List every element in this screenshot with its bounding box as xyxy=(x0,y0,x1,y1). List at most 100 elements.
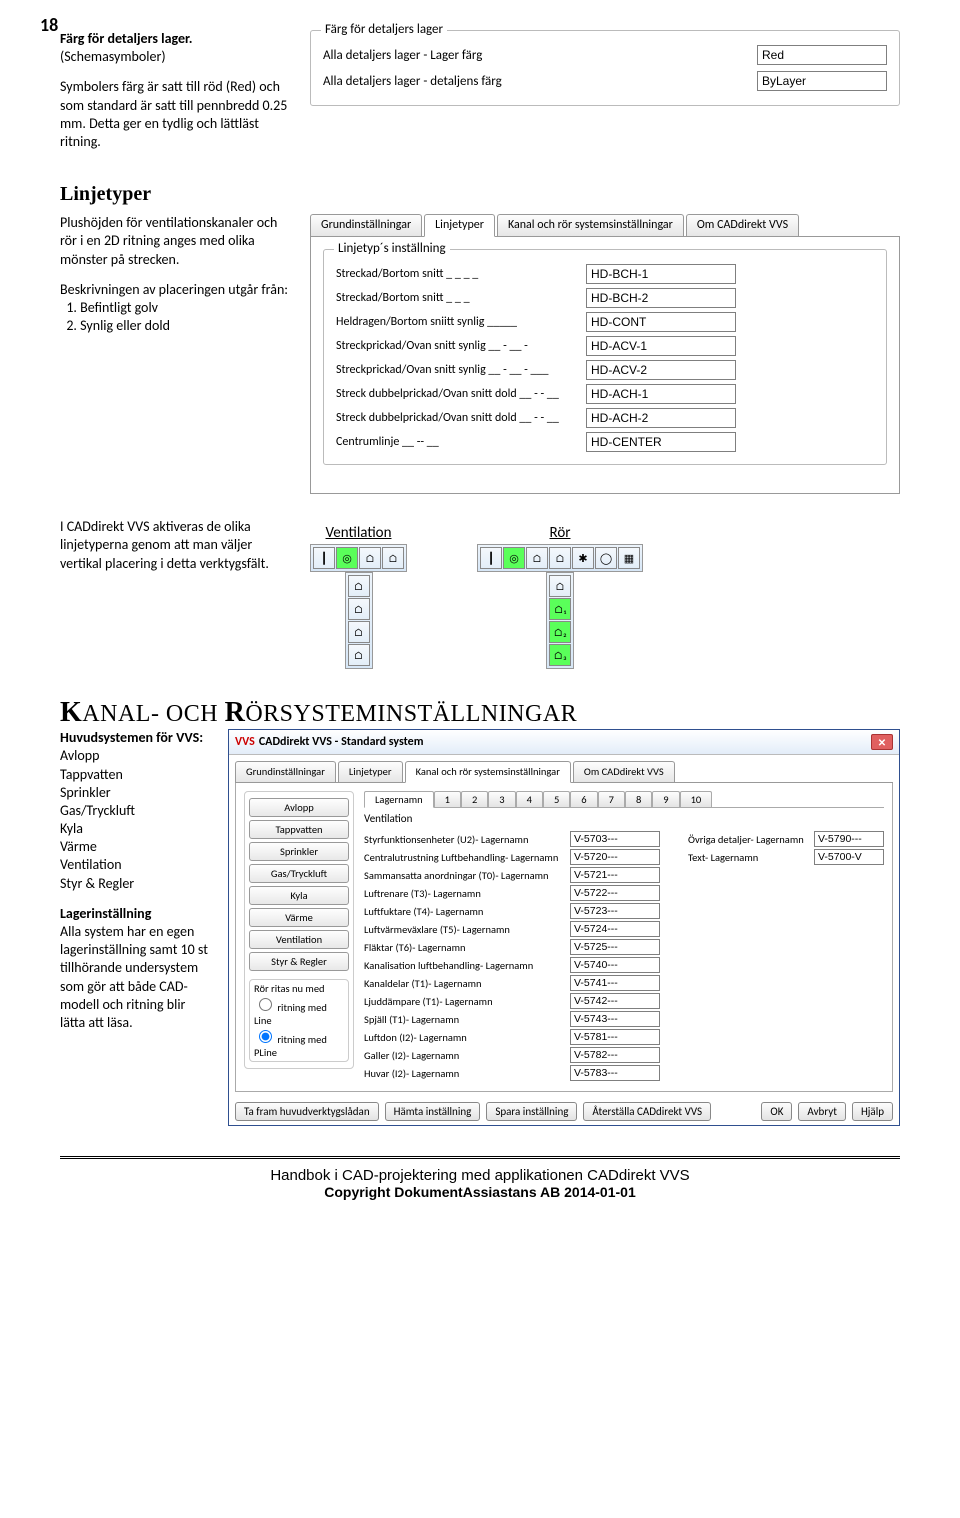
section2-p2lead: Beskrivningen av placeringen utgår från: xyxy=(60,281,288,298)
close-icon[interactable]: ✕ xyxy=(871,734,893,750)
leftbtn-sprinkler[interactable]: Sprinkler xyxy=(249,842,349,861)
toolbar-button[interactable]: ⌂ xyxy=(348,621,370,643)
radio-pline[interactable]: ritning med PLine xyxy=(254,1033,327,1059)
toolbar-button[interactable]: ⌂ xyxy=(348,644,370,666)
lt-row-val[interactable] xyxy=(586,288,736,308)
lt-row-val[interactable] xyxy=(586,336,736,356)
kv-input[interactable] xyxy=(570,831,660,847)
tab-grundinstallningar[interactable]: Grundinställningar xyxy=(310,214,422,236)
kv-input[interactable] xyxy=(570,849,660,865)
toolbar-button[interactable]: ⌂ xyxy=(526,547,548,569)
minitab-10[interactable]: 10 xyxy=(680,791,713,807)
lt-row-val[interactable] xyxy=(586,360,736,380)
tab-om[interactable]: Om CADdirekt VVS xyxy=(686,214,799,236)
kv-input[interactable] xyxy=(570,993,660,1009)
kv-input[interactable] xyxy=(570,867,660,883)
circle-icon: ◯ xyxy=(600,552,612,565)
sys-item: Kyla xyxy=(60,820,83,837)
minitab-5[interactable]: 5 xyxy=(543,791,570,807)
kv-input[interactable] xyxy=(570,1065,660,1081)
color-row1-value[interactable] xyxy=(757,45,887,65)
section3-heading-rest2: ÖRSYSTEMINSTÄLLNINGAR xyxy=(245,701,577,727)
tab-linjetyper[interactable]: Linjetyper xyxy=(424,214,495,237)
minitab-3[interactable]: 3 xyxy=(488,791,515,807)
dlg-tab-grund[interactable]: Grundinställningar xyxy=(235,761,336,782)
minitab-7[interactable]: 7 xyxy=(598,791,625,807)
dlg-btn[interactable]: Spara inställning xyxy=(486,1102,577,1121)
radio-line[interactable]: ritning med Line xyxy=(254,1001,327,1027)
toolbar-button[interactable]: ⌂ xyxy=(359,547,381,569)
dlg-tab-om[interactable]: Om CADdirekt VVS xyxy=(573,761,675,782)
kv-label: Kanalisation luftbehandling- Lagernamn xyxy=(364,959,564,972)
toolbar-button[interactable]: ⌂ xyxy=(549,575,571,597)
toolbar-button[interactable]: ◎ xyxy=(336,547,358,569)
leftbtn-ventilation[interactable]: Ventilation xyxy=(249,930,349,949)
lt-row-val[interactable] xyxy=(586,264,736,284)
kv-input[interactable] xyxy=(570,1047,660,1063)
vvs-icon: VVS xyxy=(235,735,255,749)
toolbar-button[interactable]: ⌂ xyxy=(382,547,404,569)
kv-input[interactable] xyxy=(570,921,660,937)
minitab-4[interactable]: 4 xyxy=(516,791,543,807)
panel-title: Ventilation xyxy=(364,812,884,825)
leftbtn-styr[interactable]: Styr & Regler xyxy=(249,952,349,971)
lt-row-val[interactable] xyxy=(586,408,736,428)
lt-row-name: Streckprickad/Ovan snitt synlig __ - __ … xyxy=(336,339,586,353)
dlg-btn-ok[interactable]: OK xyxy=(761,1102,792,1121)
dlg-btn[interactable]: Hämta inställning xyxy=(385,1102,481,1121)
gear-icon: ✱ xyxy=(578,552,587,565)
kv-input[interactable] xyxy=(814,849,884,865)
kv-label: Luftrenare (T3)- Lagernamn xyxy=(364,887,564,900)
grid-icon: ▦ xyxy=(624,552,634,565)
lt-row-name: Streck dubbelprickad/Ovan snitt dold __ … xyxy=(336,411,586,425)
leftbtn-kyla[interactable]: Kyla xyxy=(249,886,349,905)
kv-input[interactable] xyxy=(570,1011,660,1027)
dlg-btn-avbryt[interactable]: Avbryt xyxy=(798,1102,846,1121)
toolbar-button[interactable]: ┃ xyxy=(313,547,335,569)
toolbar-button[interactable]: ⌂₂ xyxy=(549,621,571,643)
toolbar-button[interactable]: ⌂ xyxy=(348,598,370,620)
kv-input[interactable] xyxy=(570,885,660,901)
lt-row-name: Heldragen/Bortom sniitt synlig _____ xyxy=(336,315,586,329)
kv-input[interactable] xyxy=(570,939,660,955)
toolbar-button[interactable]: ◯ xyxy=(595,547,617,569)
toolbar-button[interactable]: ⌂ xyxy=(549,547,571,569)
toolbar-button[interactable]: ⌂₁ xyxy=(549,598,571,620)
kv-input[interactable] xyxy=(814,831,884,847)
leftbtn-gastryck[interactable]: Gas/Tryckluft xyxy=(249,864,349,883)
house-icon: ⌂₂ xyxy=(553,626,566,639)
minitab-2[interactable]: 2 xyxy=(461,791,488,807)
kv-input[interactable] xyxy=(570,1029,660,1045)
target-icon: ◎ xyxy=(509,552,519,565)
sys-item: Gas/Tryckluft xyxy=(60,802,135,819)
toolbar-button[interactable]: ◎ xyxy=(503,547,525,569)
toolbar-button[interactable]: ⌂₃ xyxy=(549,644,571,666)
minitab-9[interactable]: 9 xyxy=(652,791,679,807)
kv-input[interactable] xyxy=(570,975,660,991)
lt-row-val[interactable] xyxy=(586,432,736,452)
dlg-btn[interactable]: Ta fram huvudverktygslådan xyxy=(235,1102,379,1121)
toolbar-button[interactable]: ✱ xyxy=(572,547,594,569)
minitab-6[interactable]: 6 xyxy=(570,791,597,807)
tab-kanalror[interactable]: Kanal och rör systemsinställningar xyxy=(497,214,684,236)
dlg-tab-linje[interactable]: Linjetyper xyxy=(338,761,403,782)
toolbar-button[interactable]: ⌂ xyxy=(348,575,370,597)
kv-label: Fläktar (T6)- Lagernamn xyxy=(364,941,564,954)
kv-input[interactable] xyxy=(570,903,660,919)
minitab-8[interactable]: 8 xyxy=(625,791,652,807)
minitab-1[interactable]: 1 xyxy=(434,791,461,807)
toolbar-button[interactable]: ▦ xyxy=(618,547,640,569)
lt-row-val[interactable] xyxy=(586,312,736,332)
dlg-btn-hjalp[interactable]: Hjälp xyxy=(852,1102,893,1121)
minitab-lagernamn[interactable]: Lagernamn xyxy=(364,791,434,808)
leftbtn-tappvatten[interactable]: Tappvatten xyxy=(249,820,349,839)
leftbtn-varme[interactable]: Värme xyxy=(249,908,349,927)
color-row2-value[interactable] xyxy=(757,71,887,91)
dlg-tab-kanal[interactable]: Kanal och rör systemsinställningar xyxy=(405,761,571,783)
leftbtn-avlopp[interactable]: Avlopp xyxy=(249,798,349,817)
lt-row-val[interactable] xyxy=(586,384,736,404)
dlg-btn[interactable]: Återställa CADdirekt VVS xyxy=(583,1102,711,1121)
toolbar-button[interactable]: ┃ xyxy=(480,547,502,569)
kv-input[interactable] xyxy=(570,957,660,973)
house-icon: ⌂ xyxy=(365,552,375,565)
